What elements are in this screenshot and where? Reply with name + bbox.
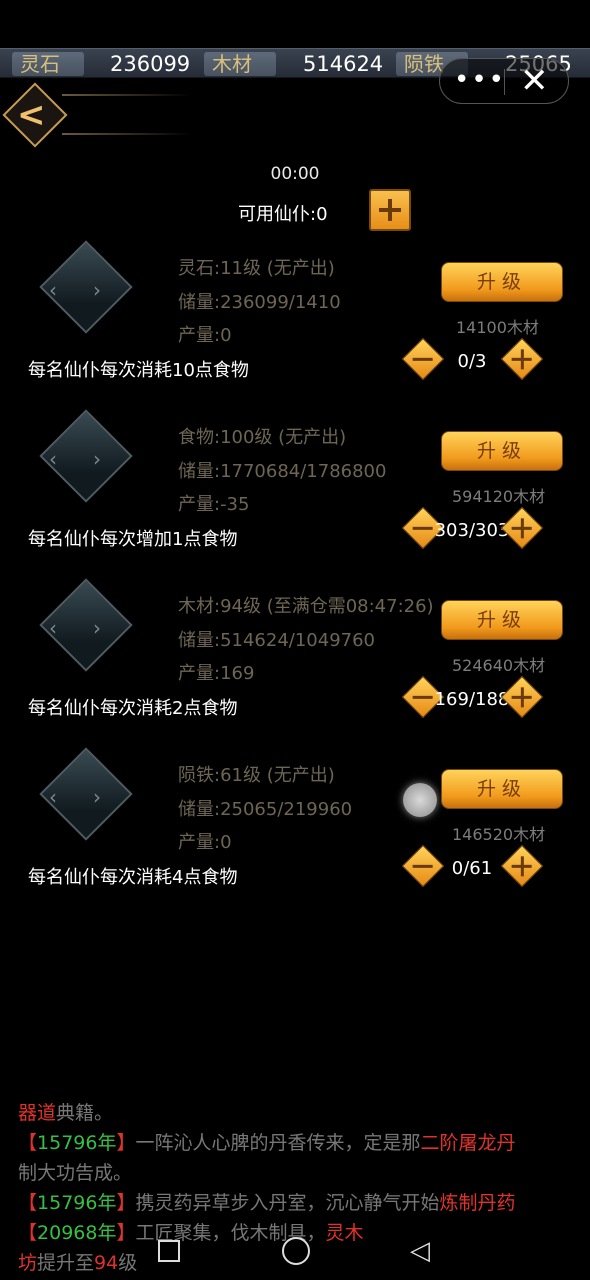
level-text: 陨铁:61级 (无产出)	[178, 765, 335, 786]
capsule-divider	[504, 69, 505, 95]
log-line: 器道典籍。	[18, 1102, 114, 1124]
recent-apps-icon[interactable]	[158, 1240, 180, 1262]
upgrade-cost: 14100木材	[456, 318, 539, 337]
upgrade-cost: 146520木材	[452, 825, 546, 844]
increase-button[interactable]	[500, 337, 544, 381]
resource-value-lingshi: 236099	[110, 52, 191, 76]
servant-count: 303/303	[434, 520, 510, 541]
upgrade-button[interactable]: 升级	[441, 431, 563, 471]
increase-button[interactable]	[500, 506, 544, 550]
close-icon[interactable]: ✕	[520, 63, 549, 99]
resource-block-mucai: ‹› 木材:94级 (至满仓需08:47:26) 储量:514624/10497…	[0, 578, 590, 754]
food-description: 每名仙仆每次消耗2点食物	[28, 698, 238, 719]
chevron-left-icon: <	[17, 95, 46, 135]
production-text: 产量:169	[178, 663, 255, 684]
level-text: 食物:100级 (无产出)	[178, 427, 347, 448]
touch-indicator	[403, 783, 437, 817]
back-decor-line	[62, 94, 192, 96]
resource-block-lingshi: ‹› 灵石:11级 (无产出) 储量:236099/1410 产量:0 升级 1…	[0, 240, 590, 416]
more-icon[interactable]: •••	[454, 67, 506, 93]
upgrade-button[interactable]: 升级	[441, 262, 563, 302]
increase-button[interactable]	[500, 844, 544, 888]
log-line: 【15796年】携灵药异草步入丹室，沉心静气开始炼制丹药	[18, 1192, 516, 1214]
resource-label-lingshi: 灵石	[12, 52, 84, 76]
log-line: 制大功告成。	[18, 1162, 133, 1184]
screen: 灵石 236099 木材 514624 陨铁 25065 ••• ✕ < 00:…	[0, 0, 590, 1280]
add-servant-button[interactable]	[369, 189, 411, 231]
home-icon[interactable]	[282, 1237, 310, 1265]
servant-count: 169/188	[434, 689, 510, 710]
upgrade-cost: 524640木材	[452, 656, 546, 675]
storage-text: 储量:236099/1410	[178, 292, 341, 313]
frame-arrows-icon: ‹›	[49, 447, 137, 471]
back-decor-line	[62, 133, 192, 135]
servant-count: 0/3	[457, 351, 487, 372]
log-line: 【15796年】一阵沁人心脾的丹香传来，定是那二阶屠龙丹	[18, 1132, 516, 1154]
miniprogram-capsule: ••• ✕	[439, 58, 569, 104]
upgrade-cost: 594120木材	[452, 487, 546, 506]
storage-text: 储量:25065/219960	[178, 799, 353, 820]
production-text: 产量:-35	[178, 494, 250, 515]
available-servants: 可用仙仆:0	[238, 204, 328, 225]
storage-text: 储量:514624/1049760	[178, 630, 376, 651]
system-nav-bar: ◁	[0, 1226, 590, 1280]
upgrade-button[interactable]: 升级	[441, 600, 563, 640]
production-text: 产量:0	[178, 325, 232, 346]
resource-block-food: ‹› 食物:100级 (无产出) 储量:1770684/1786800 产量:-…	[0, 409, 590, 585]
food-description: 每名仙仆每次消耗10点食物	[28, 360, 249, 381]
upgrade-button[interactable]: 升级	[441, 769, 563, 809]
countdown-timer: 00:00	[270, 164, 320, 184]
food-description: 每名仙仆每次增加1点食物	[28, 529, 238, 550]
production-text: 产量:0	[178, 832, 232, 853]
servant-count: 0/61	[451, 858, 493, 879]
increase-button[interactable]	[500, 675, 544, 719]
resource-value-mucai: 514624	[303, 52, 384, 76]
frame-arrows-icon: ‹›	[49, 785, 137, 809]
storage-text: 储量:1770684/1786800	[178, 461, 387, 482]
frame-arrows-icon: ‹›	[49, 616, 137, 640]
level-text: 木材:94级 (至满仓需08:47:26)	[178, 596, 434, 617]
food-description: 每名仙仆每次消耗4点食物	[28, 867, 238, 888]
level-text: 灵石:11级 (无产出)	[178, 258, 335, 279]
resource-label-mucai: 木材	[204, 52, 276, 76]
frame-arrows-icon: ‹›	[49, 278, 137, 302]
back-triangle-icon[interactable]: ◁	[410, 1237, 430, 1265]
resource-block-yuntie: ‹› 陨铁:61级 (无产出) 储量:25065/219960 产量:0 升级 …	[0, 747, 590, 923]
